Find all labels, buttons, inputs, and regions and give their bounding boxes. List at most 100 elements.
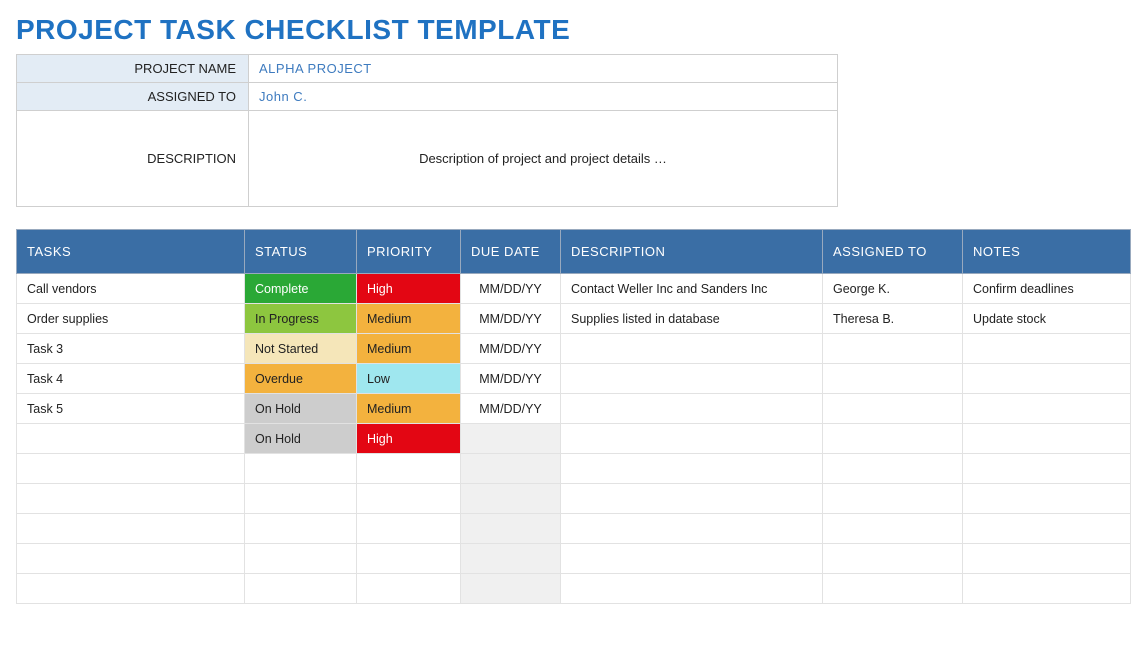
task-cell[interactable] [17,484,245,514]
priority-cell[interactable] [357,544,461,574]
table-row [17,514,1131,544]
assigned-cell[interactable] [823,544,963,574]
meta-label-project-name: PROJECT NAME [17,55,249,83]
description-cell[interactable] [561,334,823,364]
meta-value-assigned-to[interactable]: John C. [249,83,838,111]
priority-cell[interactable]: High [357,274,461,304]
assigned-cell[interactable] [823,364,963,394]
due-date-cell[interactable] [461,424,561,454]
description-cell[interactable] [561,514,823,544]
notes-cell[interactable] [963,514,1131,544]
task-cell[interactable] [17,514,245,544]
due-date-cell[interactable]: MM/DD/YY [461,364,561,394]
priority-cell[interactable] [357,574,461,604]
task-cell[interactable]: Task 3 [17,334,245,364]
status-cell[interactable]: Not Started [245,334,357,364]
description-cell[interactable] [561,454,823,484]
notes-cell[interactable] [963,544,1131,574]
table-row [17,454,1131,484]
notes-cell[interactable]: Confirm deadlines [963,274,1131,304]
due-date-cell[interactable] [461,544,561,574]
notes-cell[interactable] [963,394,1131,424]
col-header-notes: NOTES [963,230,1131,274]
table-row: Task 4OverdueLowMM/DD/YY [17,364,1131,394]
assigned-cell[interactable] [823,424,963,454]
status-cell[interactable] [245,484,357,514]
notes-cell[interactable] [963,364,1131,394]
due-date-cell[interactable]: MM/DD/YY [461,304,561,334]
task-cell[interactable]: Task 5 [17,394,245,424]
description-cell[interactable] [561,394,823,424]
priority-cell[interactable] [357,514,461,544]
col-header-tasks: TASKS [17,230,245,274]
status-cell[interactable] [245,544,357,574]
assigned-cell[interactable]: George K. [823,274,963,304]
priority-cell[interactable]: Low [357,364,461,394]
assigned-cell[interactable] [823,334,963,364]
due-date-cell[interactable]: MM/DD/YY [461,394,561,424]
col-header-assigned-to: ASSIGNED TO [823,230,963,274]
assigned-cell[interactable] [823,484,963,514]
due-date-cell[interactable]: MM/DD/YY [461,334,561,364]
task-cell[interactable]: Task 4 [17,364,245,394]
assigned-cell[interactable] [823,514,963,544]
col-header-due-date: DUE DATE [461,230,561,274]
task-cell[interactable]: Order supplies [17,304,245,334]
meta-value-project-name[interactable]: ALPHA PROJECT [249,55,838,83]
meta-label-assigned-to: ASSIGNED TO [17,83,249,111]
assigned-cell[interactable] [823,394,963,424]
project-meta-table: PROJECT NAME ALPHA PROJECT ASSIGNED TO J… [16,54,838,207]
notes-cell[interactable] [963,454,1131,484]
status-cell[interactable]: Overdue [245,364,357,394]
tasks-table: TASKS STATUS PRIORITY DUE DATE DESCRIPTI… [16,229,1131,604]
task-cell[interactable] [17,424,245,454]
priority-cell[interactable]: Medium [357,394,461,424]
task-cell[interactable] [17,454,245,484]
due-date-cell[interactable] [461,514,561,544]
assigned-cell[interactable] [823,454,963,484]
table-row [17,544,1131,574]
meta-value-description[interactable]: Description of project and project detai… [249,111,838,207]
description-cell[interactable]: Contact Weller Inc and Sanders Inc [561,274,823,304]
assigned-cell[interactable] [823,574,963,604]
due-date-cell[interactable] [461,574,561,604]
description-cell[interactable] [561,574,823,604]
notes-cell[interactable] [963,574,1131,604]
description-cell[interactable]: Supplies listed in database [561,304,823,334]
table-row [17,574,1131,604]
priority-cell[interactable]: Medium [357,304,461,334]
notes-cell[interactable]: Update stock [963,304,1131,334]
task-cell[interactable]: Call vendors [17,274,245,304]
assigned-cell[interactable]: Theresa B. [823,304,963,334]
status-cell[interactable] [245,574,357,604]
notes-cell[interactable] [963,334,1131,364]
priority-cell[interactable]: Medium [357,334,461,364]
status-cell[interactable]: On Hold [245,424,357,454]
description-cell[interactable] [561,544,823,574]
task-cell[interactable] [17,574,245,604]
col-header-priority: PRIORITY [357,230,461,274]
page-title: PROJECT TASK CHECKLIST TEMPLATE [16,14,1129,46]
due-date-cell[interactable]: MM/DD/YY [461,274,561,304]
status-cell[interactable]: On Hold [245,394,357,424]
table-row: Order suppliesIn ProgressMediumMM/DD/YYS… [17,304,1131,334]
notes-cell[interactable] [963,424,1131,454]
status-cell[interactable] [245,514,357,544]
description-cell[interactable] [561,424,823,454]
due-date-cell[interactable] [461,484,561,514]
status-cell[interactable] [245,454,357,484]
due-date-cell[interactable] [461,454,561,484]
col-header-description: DESCRIPTION [561,230,823,274]
description-cell[interactable] [561,364,823,394]
task-cell[interactable] [17,544,245,574]
description-cell[interactable] [561,484,823,514]
priority-cell[interactable] [357,484,461,514]
priority-cell[interactable] [357,454,461,484]
tasks-header-row: TASKS STATUS PRIORITY DUE DATE DESCRIPTI… [17,230,1131,274]
status-cell[interactable]: In Progress [245,304,357,334]
status-cell[interactable]: Complete [245,274,357,304]
table-row: Task 5On HoldMediumMM/DD/YY [17,394,1131,424]
priority-cell[interactable]: High [357,424,461,454]
table-row: Call vendorsCompleteHighMM/DD/YYContact … [17,274,1131,304]
notes-cell[interactable] [963,484,1131,514]
